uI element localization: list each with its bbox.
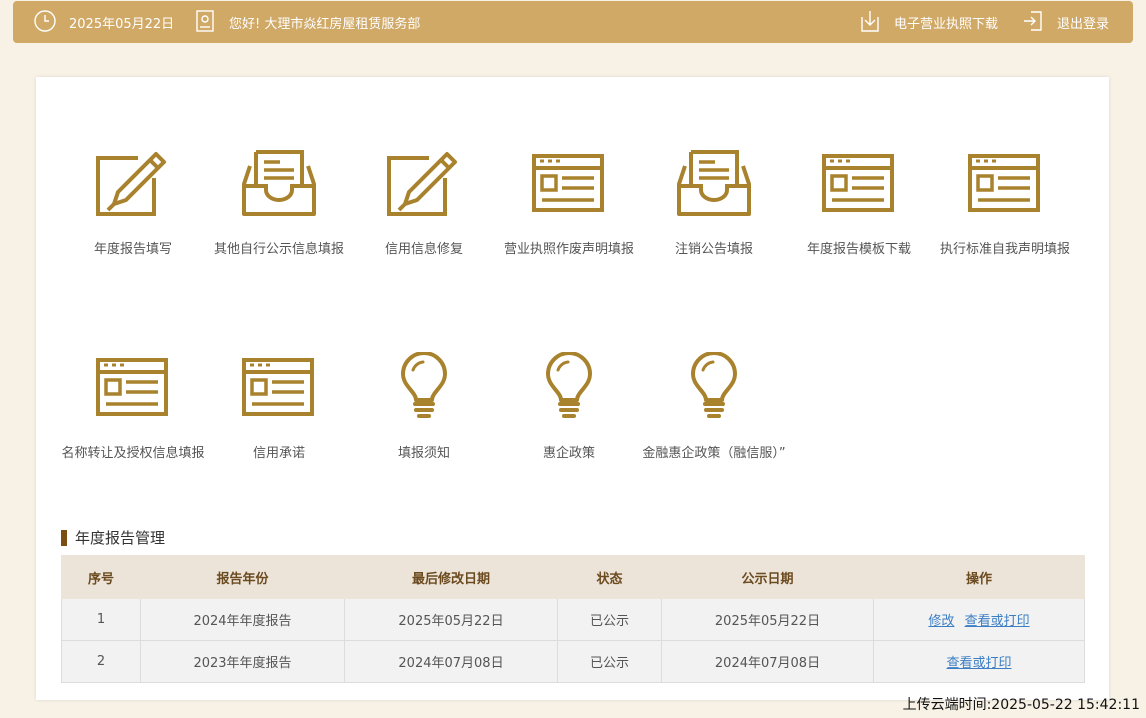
tile-label: 惠企政策 [542, 446, 595, 461]
table-header-row: 序号 报告年份 最后修改日期 状态 公示日期 操作 [61, 555, 1085, 599]
tile-label: 执行标准自我声明填报 [939, 242, 1070, 257]
table-row: 2 2023年年度报告 2024年07月08日 已公示 2024年07月08日 … [61, 640, 1085, 683]
date-display: 2025年05月22日 [33, 1, 174, 43]
column-header: 最后修改日期 [344, 555, 558, 599]
tile-label: 营业执照作废声明填报 [503, 242, 634, 257]
column-header: 报告年份 [140, 555, 345, 599]
pencil-doc-icon [96, 152, 166, 216]
table-row: 1 2024年年度报告 2025年05月22日 已公示 2025年05月22日 … [61, 598, 1085, 641]
cell-published: 2025年05月22日 [661, 598, 874, 641]
tile-enterprise-policy[interactable]: 惠企政策 [496, 352, 642, 463]
column-header: 公示日期 [661, 555, 874, 599]
tile-label: 注销公告填报 [674, 242, 753, 257]
tile-label: 金融惠企政策（融信服）” [642, 446, 786, 461]
tile-label: 信用承诺 [252, 446, 305, 461]
column-header: 序号 [61, 555, 141, 599]
top-bar: 2025年05月22日 您好! 大理市焱红房屋租赁服务部 电子营业执照下载 退出… [13, 1, 1133, 43]
cell-published: 2024年07月08日 [661, 640, 874, 683]
inbox-doc-icon [242, 150, 316, 216]
tile-credit-repair[interactable]: 信用信息修复 [351, 148, 497, 259]
tile-name-transfer[interactable]: 名称转让及授权信息填报 [60, 352, 206, 463]
tile-license-void-statement[interactable]: 营业执照作废声明填报 [496, 148, 642, 259]
browser-form-icon [532, 154, 604, 212]
tile-credit-commitment[interactable]: 信用承诺 [206, 352, 352, 463]
license-download-button[interactable]: 电子营业执照下载 [858, 1, 998, 43]
cell-actions: 查看或打印 [873, 640, 1085, 683]
pencil-doc-icon [387, 152, 457, 216]
tile-annual-report-fill[interactable]: 年度报告填写 [60, 148, 206, 259]
tile-standard-self-declaration[interactable]: 执行标准自我声明填报 [932, 148, 1078, 259]
tile-label: 名称转让及授权信息填报 [61, 446, 205, 461]
tile-finance-policy[interactable]: 金融惠企政策（融信服）” [641, 352, 787, 463]
logout-label: 退出登录 [1057, 16, 1110, 32]
cell-actions: 修改 查看或打印 [873, 598, 1085, 641]
cell-no: 2 [61, 640, 141, 683]
column-header: 状态 [557, 555, 662, 599]
browser-form-icon [96, 358, 168, 416]
lightbulb-icon [691, 352, 737, 418]
logout-icon [1021, 9, 1047, 35]
tile-label: 年度报告填写 [93, 242, 172, 257]
clock-icon [33, 9, 59, 35]
cell-status: 已公示 [557, 598, 662, 641]
cell-modified: 2025年05月22日 [344, 598, 558, 641]
greeting: 您好! 大理市焱红房屋租赁服务部 [193, 1, 420, 43]
view-print-link[interactable]: 查看或打印 [946, 656, 1011, 671]
cell-year: 2023年年度报告 [140, 640, 345, 683]
edit-link[interactable]: 修改 [928, 614, 954, 629]
user-card-icon [193, 9, 219, 35]
tile-label: 年度报告模板下载 [806, 242, 911, 257]
browser-form-icon [968, 154, 1040, 212]
tile-cancellation-notice[interactable]: 注销公告填报 [641, 148, 787, 259]
cell-status: 已公示 [557, 640, 662, 683]
section-title: 年度报告管理 [61, 528, 165, 548]
greeting-text: 您好! 大理市焱红房屋租赁服务部 [229, 16, 421, 32]
date-text: 2025年05月22日 [69, 16, 175, 32]
tile-filing-notice[interactable]: 填报须知 [351, 352, 497, 463]
column-header: 操作 [873, 555, 1085, 599]
view-print-link[interactable]: 查看或打印 [965, 614, 1030, 629]
lightbulb-icon [401, 352, 447, 418]
inbox-doc-icon [677, 150, 751, 216]
cell-no: 1 [61, 598, 141, 641]
annual-report-table: 序号 报告年份 最后修改日期 状态 公示日期 操作 1 2024年年度报告 20… [61, 555, 1085, 683]
tile-label: 其他自行公示信息填报 [213, 242, 344, 257]
tile-label: 填报须知 [397, 446, 450, 461]
download-icon [858, 9, 884, 35]
cell-modified: 2024年07月08日 [344, 640, 558, 683]
tile-other-disclosure[interactable]: 其他自行公示信息填报 [206, 148, 352, 259]
cell-year: 2024年年度报告 [140, 598, 345, 641]
logout-button[interactable]: 退出登录 [1021, 1, 1109, 43]
browser-form-icon [822, 154, 894, 212]
download-label: 电子营业执照下载 [894, 16, 999, 32]
tile-template-download[interactable]: 年度报告模板下载 [786, 148, 932, 259]
upload-time: 上传云端时间:2025-05-22 15:42:11 [902, 697, 1140, 713]
browser-form-icon [242, 358, 314, 416]
tile-label: 信用信息修复 [384, 242, 463, 257]
lightbulb-icon [546, 352, 592, 418]
